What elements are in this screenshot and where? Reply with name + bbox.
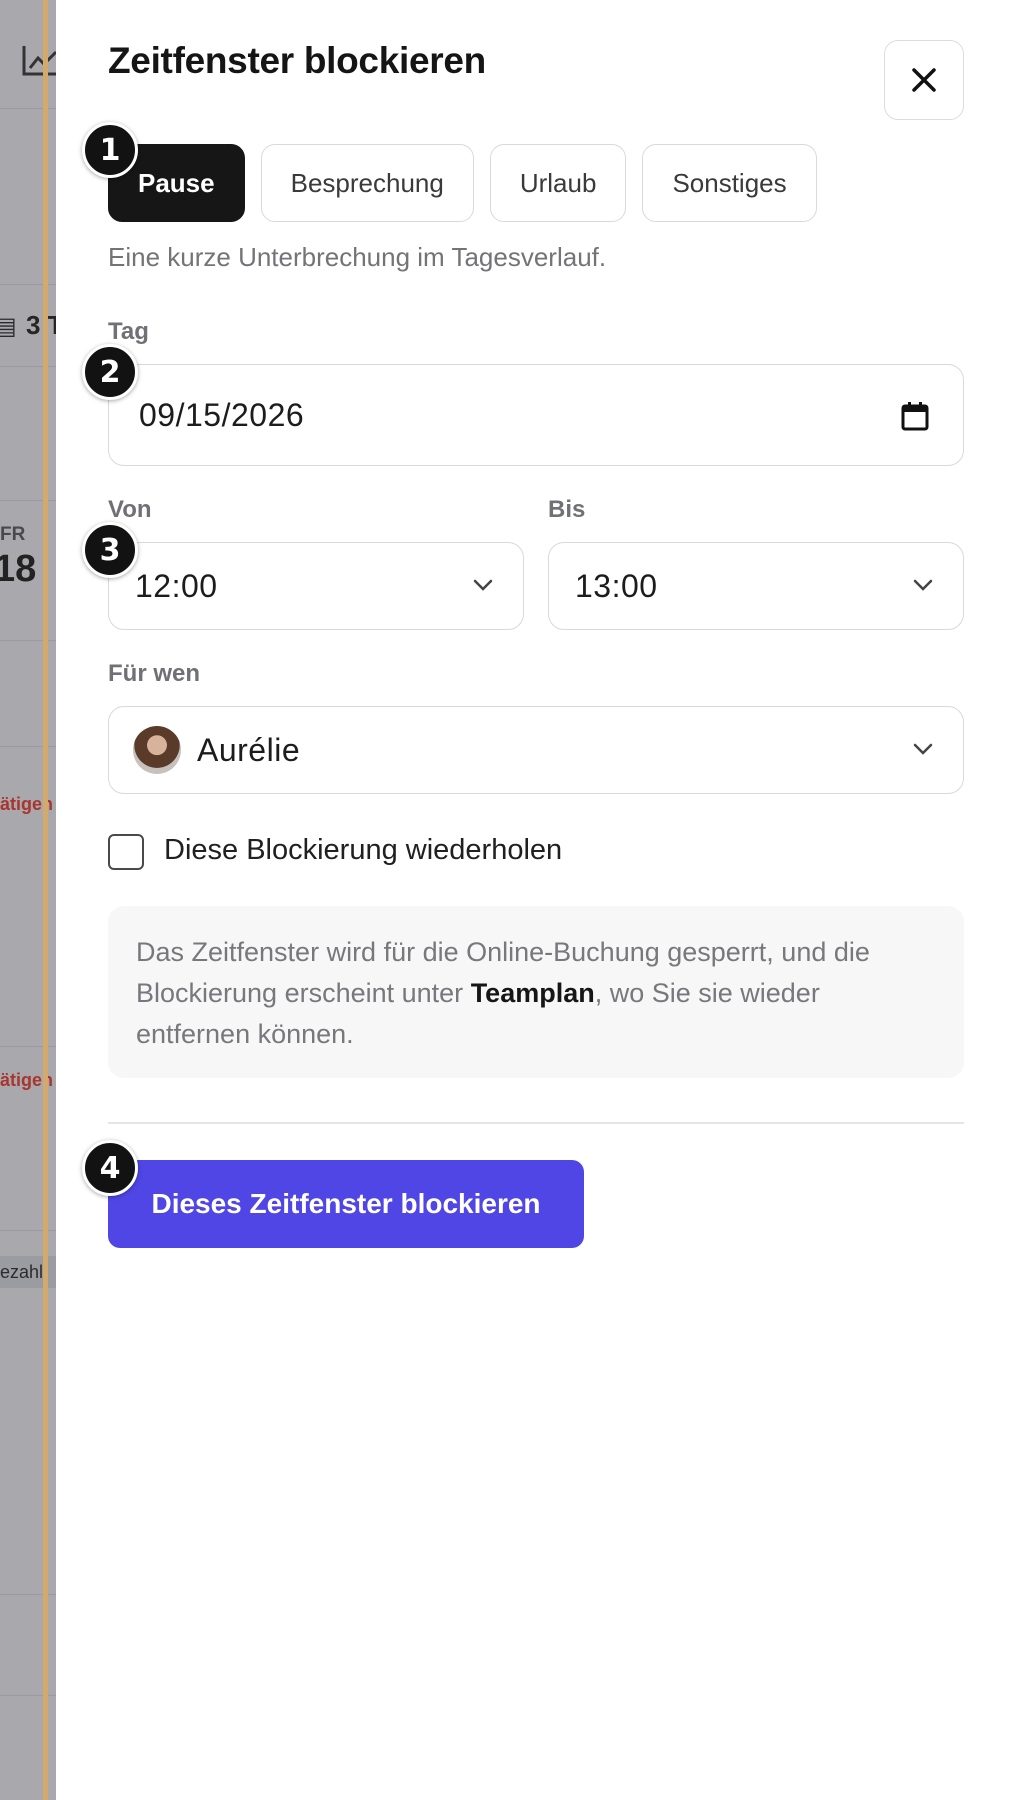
to-time-value: 13:00 — [575, 567, 658, 604]
info-bold-link: Teamplan — [470, 978, 595, 1008]
step-badge-4: 4 — [82, 1140, 138, 1196]
step-badge-3: 3 — [82, 522, 138, 578]
bg-day-number: 18 — [0, 548, 37, 590]
person-select[interactable]: Aurélie — [108, 706, 964, 794]
chevron-down-icon — [913, 579, 933, 591]
to-time-select[interactable]: 13:00 — [548, 542, 964, 630]
tab-sonstiges[interactable]: Sonstiges — [642, 144, 817, 222]
block-timeslot-drawer: Zeitfenster blockieren Pause Besprechung… — [56, 0, 1016, 1800]
step-badge-1: 1 — [82, 122, 138, 178]
block-timeslot-button[interactable]: Dieses Zeitfenster blockieren — [108, 1160, 584, 1248]
close-button[interactable] — [884, 40, 964, 120]
drawer-title: Zeitfenster blockieren — [108, 40, 486, 81]
bg-count: 3 T — [26, 310, 56, 340]
info-box: Das Zeitfenster wird für die Online-Buch… — [108, 906, 964, 1078]
date-input[interactable]: 09/15/2026 — [108, 364, 964, 466]
from-time-value: 12:00 — [135, 567, 218, 604]
chevron-down-icon — [913, 743, 933, 755]
divider — [108, 1122, 964, 1124]
person-value: Aurélie — [197, 731, 301, 768]
bg-day-abbr: FR — [0, 524, 26, 545]
date-value: 09/15/2026 — [139, 396, 305, 433]
type-description: Eine kurze Unterbrechung im Tagesverlauf… — [108, 242, 607, 272]
drawer-edge — [43, 0, 48, 1800]
chevron-down-icon — [473, 579, 493, 591]
from-label: Von — [108, 496, 152, 523]
person-label: Für wen — [108, 660, 201, 687]
avatar — [133, 726, 181, 774]
calendar-small-icon: ▤ — [0, 313, 17, 340]
repeat-checkbox[interactable] — [108, 834, 144, 870]
tab-urlaub[interactable]: Urlaub — [489, 144, 627, 222]
close-icon — [912, 68, 936, 92]
to-label: Bis — [548, 496, 586, 523]
chart-icon — [22, 46, 56, 76]
from-time-select[interactable]: 12:00 — [108, 542, 524, 630]
tab-besprechung[interactable]: Besprechung — [260, 144, 474, 222]
step-badge-2: 2 — [82, 344, 138, 400]
calendar-icon[interactable] — [901, 401, 929, 431]
block-type-tabs: Pause Besprechung Urlaub Sonstiges — [108, 144, 817, 222]
date-label: Tag — [108, 318, 149, 345]
repeat-label[interactable]: Diese Blockierung wiederholen — [164, 834, 562, 867]
